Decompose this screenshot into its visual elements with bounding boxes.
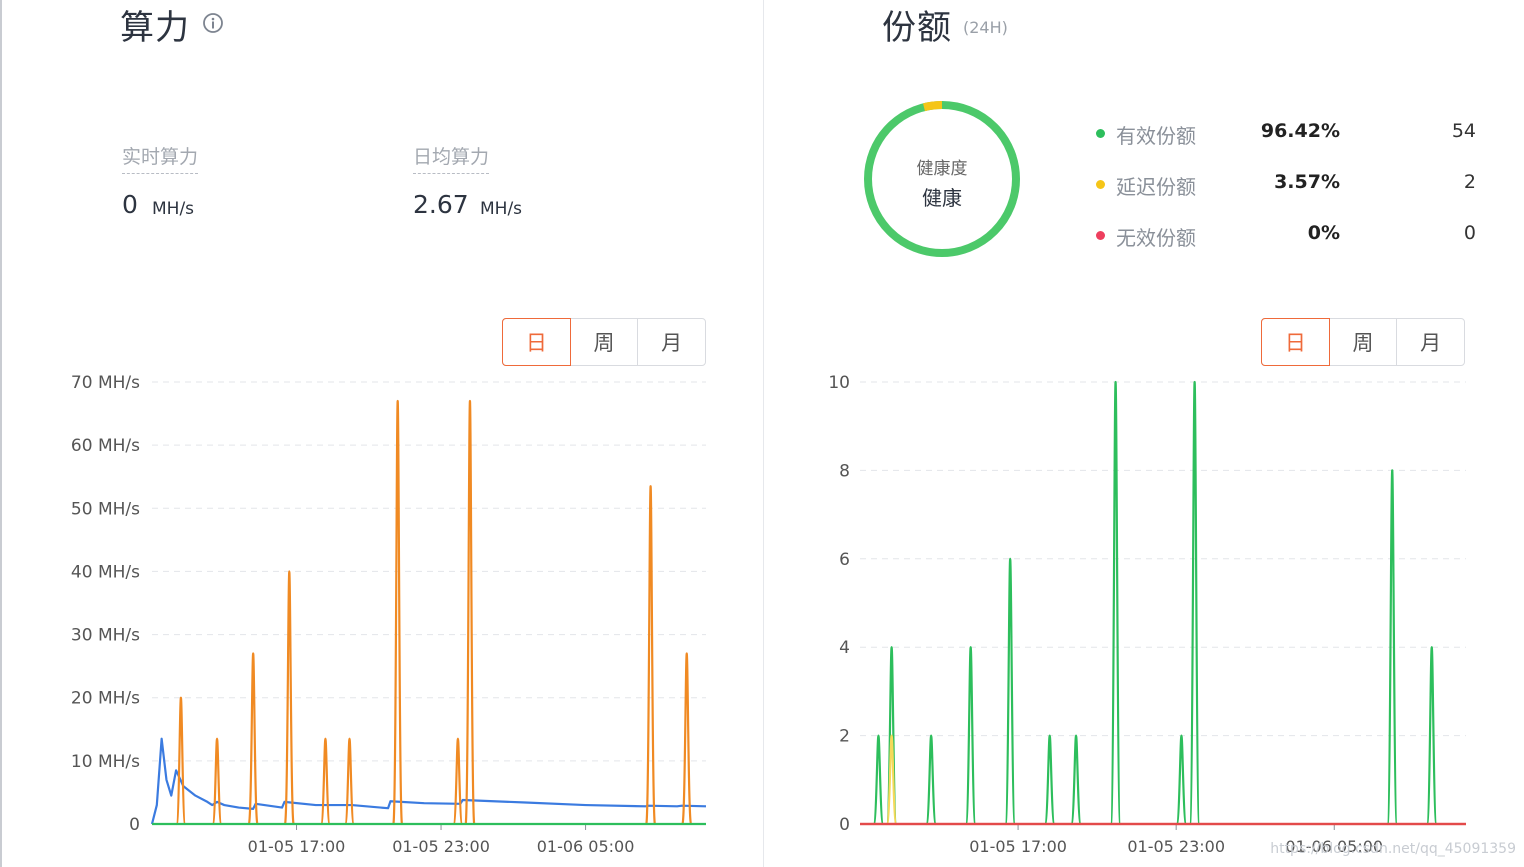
x-tick-label: 01-05 23:00: [392, 837, 490, 856]
average-hashrate-unit: MH/s: [480, 199, 523, 219]
tab-day[interactable]: 日: [1261, 318, 1330, 366]
x-tick-label: 01-06 05:00: [537, 837, 635, 856]
y-tick-label: 2: [839, 727, 850, 747]
y-tick-label: 30 MH/s: [71, 626, 140, 646]
share-percent: 0%: [1307, 222, 1340, 244]
info-icon[interactable]: [202, 12, 224, 34]
y-tick-label: 4: [839, 638, 850, 658]
x-tick-label: 01-05 17:00: [969, 837, 1067, 856]
share-name: 有效份额: [1116, 124, 1196, 148]
hashrate-title: 算力: [120, 8, 190, 48]
tab-month[interactable]: 月: [638, 319, 705, 365]
average-hashrate-value: 2.67: [413, 190, 469, 219]
x-tick-label: 01-05 17:00: [248, 837, 346, 856]
shares-period-tabs: 日 周 月: [1261, 318, 1465, 366]
share-row-valid: 有效份额 96.42% 54: [1094, 118, 1476, 148]
series-line-0: [150, 737, 707, 825]
y-tick-label: 40 MH/s: [71, 562, 140, 582]
health-donut: [864, 101, 1020, 257]
shares-period-label: (24H): [963, 18, 1008, 37]
shares-title: 份额: [882, 8, 952, 48]
share-row-invalid: 无效份额 0% 0: [1094, 220, 1476, 250]
realtime-hashrate-label[interactable]: 实时算力: [122, 142, 199, 174]
invalid-dot-icon: [1096, 231, 1105, 240]
y-tick-label: 20 MH/s: [71, 689, 140, 709]
share-name: 无效份额: [1116, 226, 1196, 250]
series-line-0: [872, 380, 1438, 826]
shares-panel: 份额 (24H) 健康度 健康 有效份额 96.42% 54 延迟份额 3.57…: [763, 0, 1524, 867]
y-tick-label: 6: [839, 550, 850, 570]
valid-dot-icon: [1096, 129, 1105, 138]
y-tick-label: 50 MH/s: [71, 499, 140, 519]
share-count: 0: [1463, 222, 1476, 244]
share-name: 延迟份额: [1116, 175, 1196, 199]
y-tick-label: 70 MH/s: [71, 373, 140, 393]
share-count: 54: [1451, 120, 1476, 142]
tab-week[interactable]: 周: [571, 319, 639, 365]
y-tick-label: 10: [828, 373, 850, 393]
share-percent: 96.42%: [1260, 120, 1340, 142]
stale-dot-icon: [1096, 180, 1105, 189]
y-tick-label: 10 MH/s: [71, 752, 140, 772]
tab-day[interactable]: 日: [502, 318, 571, 366]
realtime-hashrate-unit: MH/s: [152, 199, 195, 219]
share-percent: 3.57%: [1274, 171, 1340, 193]
hashrate-chart[interactable]: 0 10 MH/s 20 MH/s 30 MH/s 40 MH/s 50 MH/s 60 M…: [2, 360, 762, 867]
hashrate-period-tabs: 日 周 月: [502, 318, 706, 366]
tab-month[interactable]: 月: [1397, 319, 1464, 365]
realtime-hashrate-value: 0: [122, 190, 138, 219]
y-tick-label: 0: [839, 815, 850, 835]
share-count: 2: [1463, 171, 1476, 193]
health-status: 健康: [922, 186, 962, 210]
hashrate-panel: 算力 实时算力 0 MH/s 日均算力 2.67 MH/s 日 周 月 0 10 …: [0, 0, 762, 867]
share-row-stale: 延迟份额 3.57% 2: [1094, 169, 1476, 199]
x-tick-label: 01-05 23:00: [1127, 837, 1225, 856]
tab-week[interactable]: 周: [1330, 319, 1398, 365]
y-tick-label: 60 MH/s: [71, 436, 140, 456]
y-tick-label: 8: [839, 461, 850, 481]
health-title: 健康度: [916, 159, 968, 179]
shares-chart[interactable]: 024681001-05 17:00 01-05 23:00 01-06 05:00: [764, 360, 1524, 867]
y-tick-label: 0: [129, 815, 140, 835]
watermark: https://blog.csdn.net/qq_45091359: [1270, 841, 1516, 857]
average-hashrate-label[interactable]: 日均算力: [413, 142, 490, 174]
